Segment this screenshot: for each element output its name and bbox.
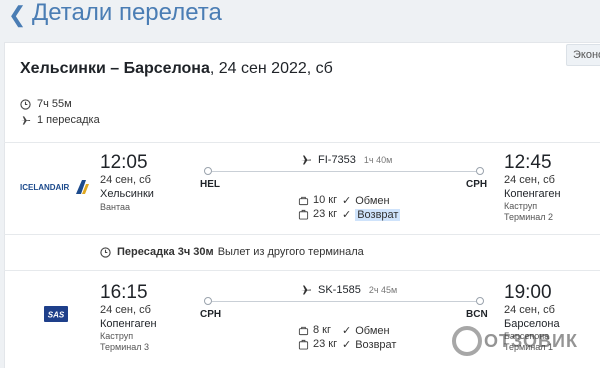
seg1-refund: ✓ Возврат	[342, 208, 401, 221]
check-icon: ✓	[342, 325, 352, 337]
seg1-arr-time: 12:45	[504, 152, 552, 173]
seg1-arr-city: Копенгаген	[504, 188, 561, 200]
seg1-arr-date: 24 сен, сб	[504, 174, 555, 186]
stops-row: 1 пересадка	[20, 114, 100, 126]
bag-icon	[298, 196, 309, 205]
total-duration-row: 7ч 55м	[20, 98, 72, 110]
seg1-checked-bag: 23 кг	[298, 208, 337, 220]
route-cities: Хельсинки – Барселона	[20, 60, 210, 77]
seg2-refund: ✓ Возврат	[342, 338, 397, 352]
seg1-exchange-label: Обмен	[355, 194, 390, 207]
seg2-dep-airport: Каструп	[100, 331, 134, 341]
plane-icon	[20, 115, 31, 125]
suitcase-icon	[298, 339, 309, 350]
seg1-duration: 1ч 40м	[363, 155, 393, 165]
seg1-refund-label: Возврат	[355, 208, 401, 221]
seg2-refund-label: Возврат	[355, 338, 397, 351]
seg1-arr-terminal: Терминал 2	[504, 212, 553, 222]
seg1-cabin-bag: 10 кг	[298, 194, 337, 206]
seg1-arr-dot	[476, 167, 484, 175]
seg2-dep-dot	[204, 297, 212, 305]
seg2-flight-no: SK-1585	[318, 284, 361, 296]
chevron-left-icon[interactable]: ❮	[8, 4, 26, 26]
transfer-row: Пересадка 3ч 30м Вылет из другого термин…	[100, 246, 364, 258]
clock-icon	[20, 98, 31, 110]
seg2-arr-time: 19:00	[504, 282, 552, 303]
divider	[4, 270, 600, 271]
seg1-track	[212, 171, 476, 172]
svg-text:SAS: SAS	[48, 311, 65, 320]
seg2-checked-bag: 23 кг	[298, 338, 337, 350]
plane-icon	[301, 285, 311, 295]
seg1-dep-airport: Вантаа	[100, 202, 131, 212]
check-icon: ✓	[342, 195, 352, 207]
watermark-ring-icon	[452, 326, 482, 356]
seg2-cabin-bag-weight: 8 кг	[313, 324, 331, 336]
transfer-duration: Пересадка 3ч 30м	[117, 246, 214, 258]
otzovik-watermark: ОТЗОВИК	[452, 326, 578, 356]
seg2-duration: 2ч 45м	[368, 285, 398, 295]
seg1-dep-time: 12:05	[100, 152, 148, 173]
seg2-dep-date: 24 сен, сб	[100, 304, 151, 316]
seg2-dep-city: Копенгаген	[100, 318, 157, 330]
transfer-note: Вылет из другого терминала	[217, 246, 364, 258]
header-bar: ❮ Детали перелета	[0, 0, 600, 36]
stops-count: 1 пересадка	[37, 114, 100, 126]
seg2-checked-bag-weight: 23 кг	[313, 338, 338, 350]
seg1-dep-dot	[204, 167, 212, 175]
seg1-cabin-bag-weight: 10 кг	[313, 194, 338, 206]
route-title: Хельсинки – Барселона, 24 сен 2022, сб	[20, 60, 333, 78]
plane-icon	[301, 155, 311, 165]
divider	[4, 234, 600, 235]
seg2-arr-dot	[476, 297, 484, 305]
watermark-text: ОТЗОВИК	[484, 330, 578, 351]
total-duration: 7ч 55м	[37, 98, 72, 110]
seg2-flight-number: SK-1585 2ч 45м	[300, 284, 397, 296]
seg2-arr-date: 24 сен, сб	[504, 304, 555, 316]
seg1-dep-city: Хельсинки	[100, 188, 154, 200]
svg-text:ICELANDAIR: ICELANDAIR	[20, 183, 70, 192]
page-title: Детали перелета	[32, 0, 222, 26]
seg1-arr-airport: Каструп	[504, 201, 538, 211]
seg2-dep-terminal: Терминал 3	[100, 342, 149, 352]
seg1-arr-code: CPH	[466, 179, 488, 190]
seg2-exchange-label: Обмен	[355, 324, 390, 337]
seg2-dep-time: 16:15	[100, 282, 148, 303]
seg2-track	[212, 301, 476, 302]
bag-icon	[298, 326, 309, 335]
seg1-checked-bag-weight: 23 кг	[313, 208, 338, 220]
icelandair-logo: ICELANDAIR	[20, 178, 90, 201]
check-icon: ✓	[342, 339, 352, 351]
seg2-arr-code: BCN	[466, 309, 488, 320]
suitcase-icon	[298, 209, 309, 220]
route-date: , 24 сен 2022, сб	[209, 60, 333, 77]
seg2-dep-code: CPH	[200, 309, 222, 320]
seg2-cabin-bag: 8 кг	[298, 324, 331, 336]
seg2-exchange: ✓ Обмен	[342, 324, 390, 338]
clock-icon	[100, 246, 111, 258]
seg1-dep-date: 24 сен, сб	[100, 174, 151, 186]
seg1-exchange: ✓ Обмен	[342, 194, 390, 208]
divider	[4, 142, 600, 143]
check-icon: ✓	[342, 209, 352, 221]
cabin-class-badge[interactable]: Эконо	[566, 44, 600, 66]
seg1-flight-no: FI-7353	[318, 154, 356, 166]
seg1-dep-code: HEL	[200, 179, 220, 190]
seg1-flight-number: FI-7353 1ч 40м	[300, 154, 392, 166]
sas-logo: SAS	[44, 306, 68, 327]
